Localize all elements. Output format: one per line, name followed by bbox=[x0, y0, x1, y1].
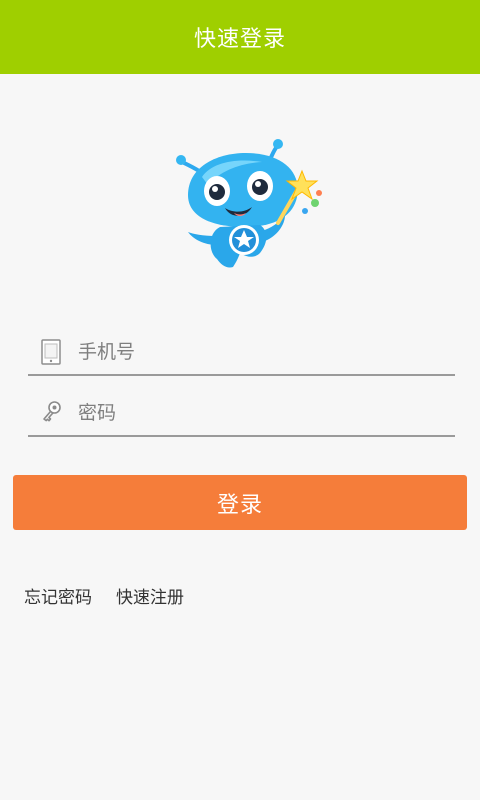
phone-input[interactable] bbox=[78, 335, 418, 369]
blue-alien-mascot-icon bbox=[170, 135, 330, 280]
mascot-illustration bbox=[176, 139, 322, 268]
page-title: 快速登录 bbox=[193, 27, 286, 52]
key-icon bbox=[38, 400, 64, 426]
password-input[interactable] bbox=[78, 396, 418, 430]
login-screen: 快速登录 手机号 登录 忘记密码 快速注册 bbox=[0, 0, 480, 800]
title-bar: 快速登录 bbox=[0, 0, 480, 74]
phone-field[interactable] bbox=[28, 330, 455, 376]
forgot-password-link[interactable]: 忘记密码 bbox=[24, 583, 92, 608]
auth-links: 忘记密码 快速注册 bbox=[24, 583, 184, 608]
password-field[interactable] bbox=[28, 391, 455, 437]
quick-register-link[interactable]: 快速注册 bbox=[116, 583, 184, 608]
phone-icon bbox=[38, 339, 64, 365]
login-button[interactable]: 登录 bbox=[13, 475, 467, 530]
